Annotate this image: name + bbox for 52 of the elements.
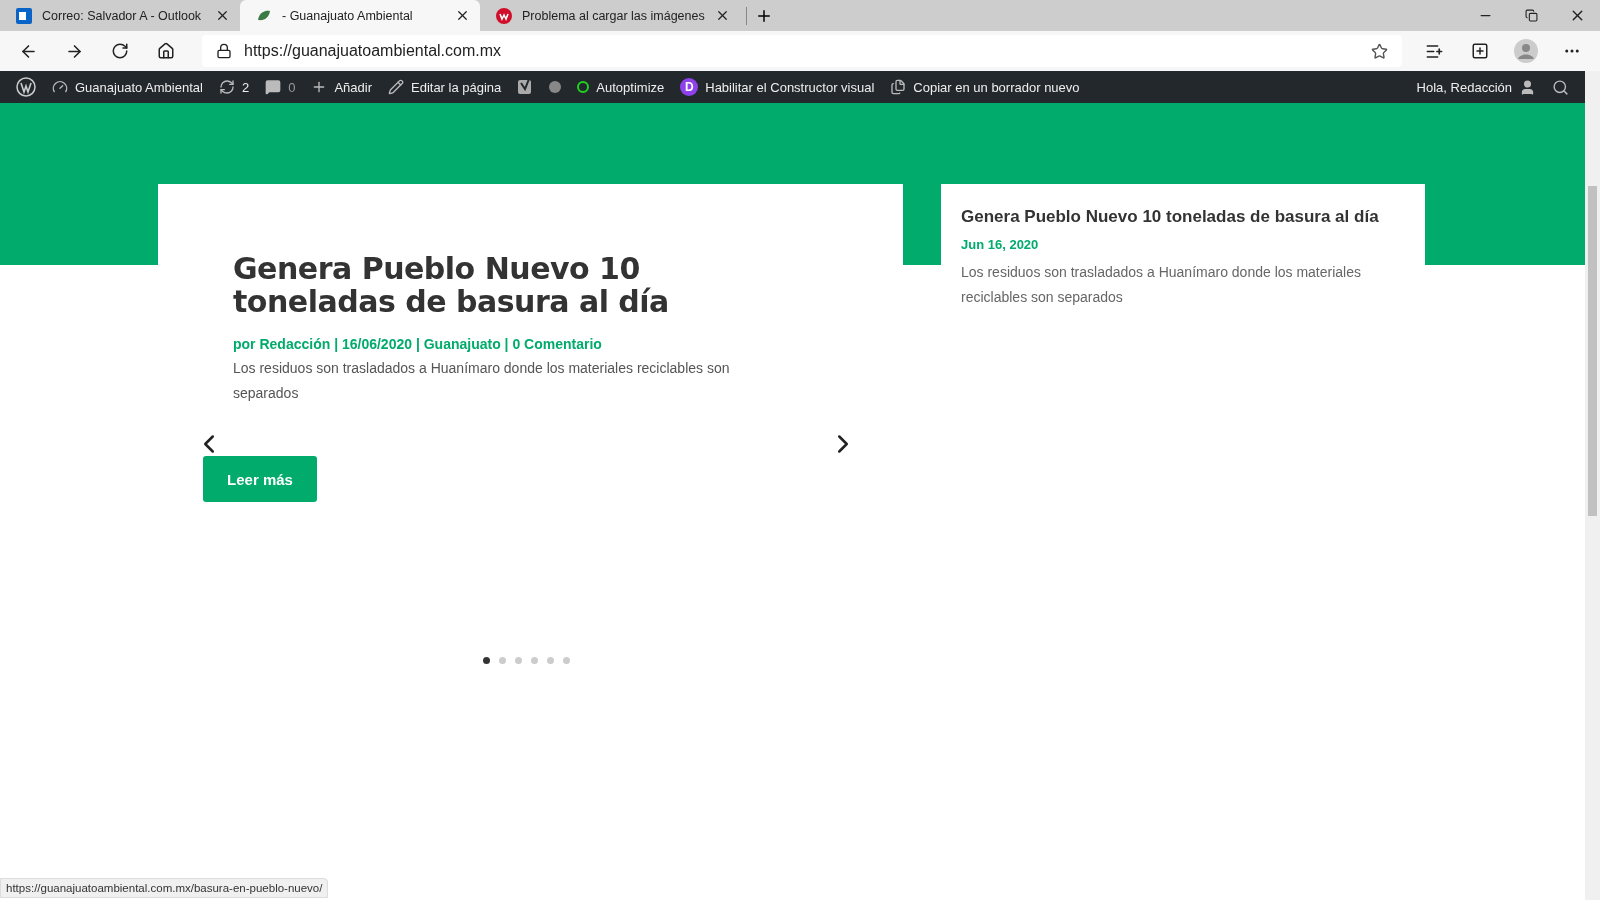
admin-bar-link[interactable]: Guanajuato Ambiental bbox=[75, 79, 203, 95]
dashboard-icon bbox=[52, 79, 68, 95]
admin-bar-link[interactable]: 0 bbox=[288, 79, 296, 95]
comment-icon bbox=[265, 79, 282, 95]
slider-dot[interactable] bbox=[483, 657, 490, 664]
slider-dot[interactable] bbox=[531, 657, 538, 664]
letter-badge: D bbox=[680, 78, 699, 96]
status-dot-icon bbox=[549, 81, 562, 93]
close-icon[interactable] bbox=[455, 8, 470, 23]
restore-icon[interactable] bbox=[1524, 9, 1538, 22]
admin-bar-link[interactable]: Añadir bbox=[334, 79, 372, 95]
collections-icon[interactable] bbox=[1471, 42, 1489, 60]
copy-icon bbox=[890, 79, 907, 95]
admin-bar-link[interactable]: Copiar en un borrador nuevo bbox=[913, 79, 1080, 95]
admin-bar-link[interactable]: 2 bbox=[241, 79, 250, 95]
browser-tab[interactable]: Correo: Salvador A - Outlook bbox=[0, 0, 240, 31]
post-title: Genera Pueblo Nuevo 10 toneladas de basura al día bbox=[961, 206, 1380, 228]
admin-bar-link[interactable]: Autoptimize bbox=[596, 79, 665, 95]
yoast-icon[interactable] bbox=[517, 77, 534, 97]
lock-icon bbox=[216, 43, 232, 59]
pencil-icon bbox=[388, 79, 404, 95]
slider-dot[interactable] bbox=[547, 657, 554, 664]
browser-tab[interactable]: - Guanajuato Ambiental bbox=[240, 0, 480, 31]
admin-bar-link[interactable]: Habilitar el Constructor visual bbox=[705, 79, 875, 95]
slider-dot[interactable] bbox=[563, 657, 570, 664]
greeting-link[interactable]: Hola, Redacción bbox=[1416, 79, 1512, 95]
wordpress-icon[interactable] bbox=[16, 77, 36, 97]
post-excerpt: Los residuos son trasladados a Huanímaro donde los materiales reciclables son separados bbox=[233, 359, 731, 403]
browser-tab[interactable]: Problema al cargar las imágenes bbox=[480, 0, 740, 31]
error-icon bbox=[496, 7, 512, 24]
post-excerpt: Los residuos son trasladados a Huanímaro donde los materiales reciclables son separados bbox=[961, 263, 1362, 307]
scrollbar-thumb[interactable] bbox=[1588, 186, 1597, 516]
avatar-icon[interactable] bbox=[1514, 39, 1538, 63]
slider-dot[interactable] bbox=[515, 657, 522, 664]
ring-icon bbox=[577, 81, 590, 93]
close-icon[interactable] bbox=[215, 8, 230, 23]
post-meta: por Redacción | 16/06/2020 | Guanajuato | 0 Comentario bbox=[233, 336, 603, 352]
reload-icon[interactable] bbox=[111, 42, 129, 60]
address-field[interactable]: https://guanajuatoambiental.com.mx bbox=[202, 35, 1402, 67]
post-title: Genera Pueblo Nuevo 10 toneladas de basura al día bbox=[233, 252, 670, 318]
scrollbar[interactable] bbox=[1585, 71, 1600, 900]
slider-dot[interactable] bbox=[499, 657, 506, 664]
url-text: https://guanajuatoambiental.com.mx bbox=[244, 42, 503, 60]
status-url: https://guanajuatoambiental.com.mx/basura-en-pueblo-nuevo/ bbox=[0, 878, 329, 898]
admin-bar-link[interactable]: Editar la página bbox=[411, 79, 502, 95]
user-icon bbox=[1519, 78, 1536, 96]
post-date: Jun 16, 2020 bbox=[961, 237, 1040, 252]
refresh-icon bbox=[218, 79, 235, 95]
home-icon[interactable] bbox=[157, 42, 175, 60]
mail-icon bbox=[16, 7, 32, 24]
star-icon[interactable] bbox=[1371, 42, 1388, 60]
search-icon[interactable] bbox=[1552, 78, 1569, 96]
